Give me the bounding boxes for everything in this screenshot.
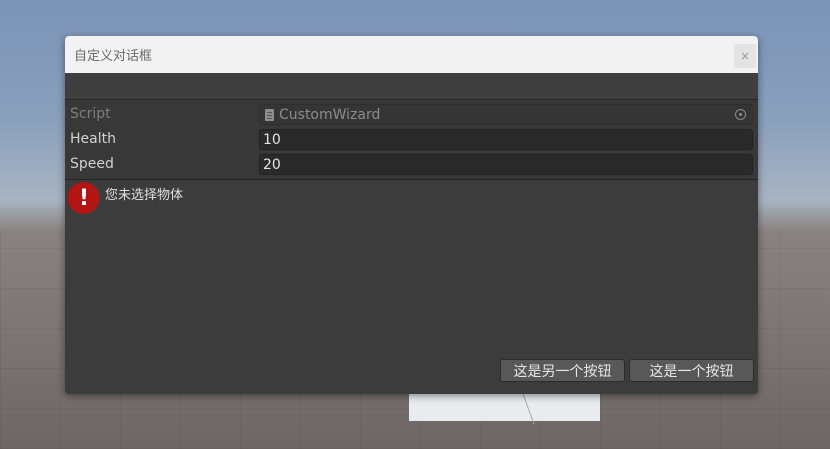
- health-row: Health 10: [65, 127, 758, 152]
- speed-field[interactable]: 20: [259, 154, 753, 175]
- close-button[interactable]: ×: [734, 44, 756, 68]
- another-button[interactable]: 这是另一个按钮: [500, 359, 625, 382]
- error-message: 您未选择物体: [105, 188, 184, 203]
- health-value: 10: [263, 132, 281, 148]
- script-value: CustomWizard: [279, 107, 381, 123]
- speed-label: Speed: [70, 156, 114, 172]
- health-field[interactable]: 10: [259, 129, 753, 150]
- script-object-field: CustomWizard: [259, 104, 753, 125]
- speed-value: 20: [263, 157, 281, 173]
- speed-row: Speed 20: [65, 152, 758, 177]
- property-inspector: Script CustomWizard Health 10 Speed 20: [65, 100, 758, 180]
- main-button[interactable]: 这是一个按钮: [629, 359, 754, 382]
- close-icon: ×: [739, 49, 751, 63]
- error-icon-glyph: !: [78, 185, 90, 211]
- window-title: 自定义对话框: [74, 49, 153, 64]
- object-picker-icon[interactable]: [735, 109, 746, 120]
- script-file-icon: [265, 109, 274, 121]
- scene-cube: [409, 394, 600, 421]
- main-button-label: 这是一个按钮: [649, 363, 734, 380]
- script-row: Script CustomWizard: [65, 102, 758, 127]
- dialog-window: 自定义对话框 × Script CustomWizard Health 10 S…: [65, 36, 758, 394]
- title-bar[interactable]: 自定义对话框 ×: [65, 36, 758, 73]
- health-label: Health: [70, 131, 116, 147]
- another-button-label: 这是另一个按钮: [513, 363, 612, 380]
- dialog-toolbar: [65, 73, 758, 100]
- error-icon: !: [68, 182, 100, 214]
- dialog-content: ! 您未选择物体 这是另一个按钮 这是一个按钮: [65, 180, 758, 394]
- script-label: Script: [70, 106, 111, 122]
